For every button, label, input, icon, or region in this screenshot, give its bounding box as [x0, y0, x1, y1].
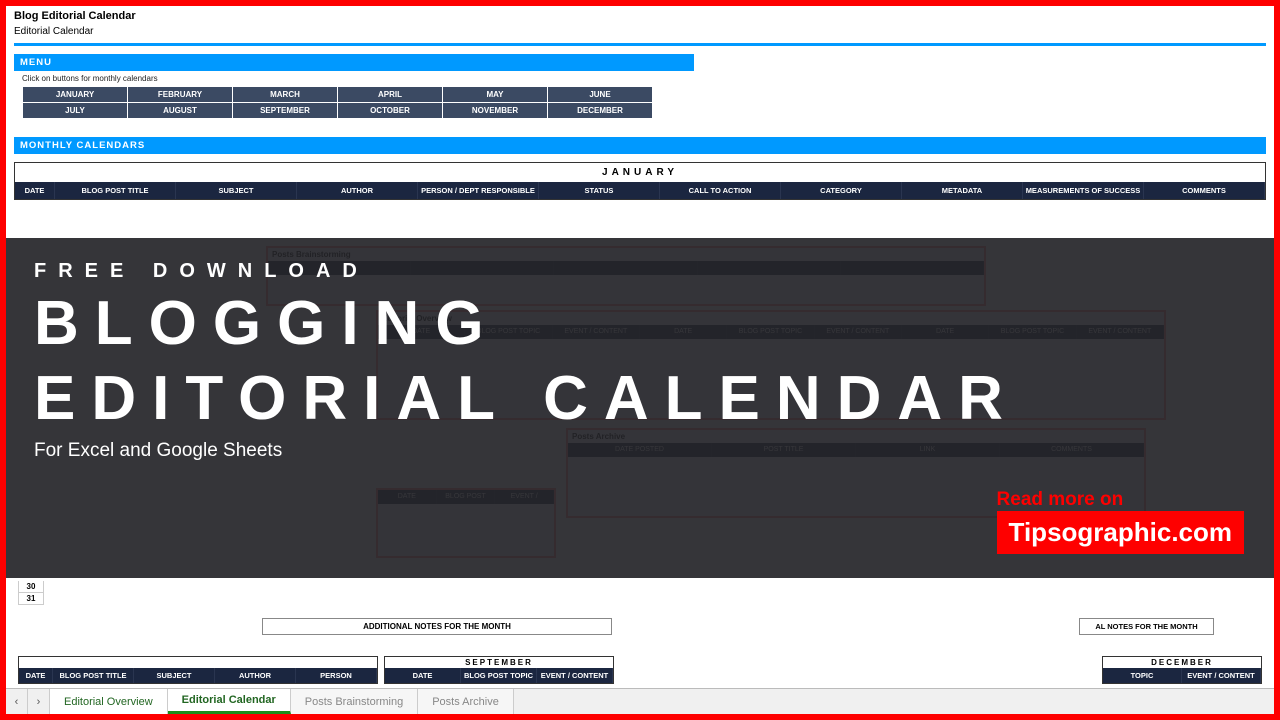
month-button-mar[interactable]: MARCH [233, 87, 338, 103]
col-author: AUTHOR [297, 182, 418, 199]
col-category: CATEGORY [781, 182, 902, 199]
col-title: BLOG POST TITLE [55, 182, 176, 199]
col-responsible: PERSON / DEPT RESPONSIBLE [418, 182, 539, 199]
promo-kicker: FREE DOWNLOAD [34, 260, 1246, 283]
lower-header-row: DATE BLOG POST TITLE SUBJECT AUTHOR PERS… [18, 656, 1262, 684]
doc-subtitle: Editorial Calendar [14, 26, 1266, 37]
col-metadata: METADATA [902, 182, 1023, 199]
tab-posts-archive[interactable]: Posts Archive [418, 689, 514, 714]
month-button-may[interactable]: MAY [443, 87, 548, 103]
col-date: DATE [15, 182, 55, 199]
col-success: MEASUREMENTS OF SUCCESS [1023, 182, 1144, 199]
header-rule [14, 43, 1266, 46]
promo-cta[interactable]: Read more on Tipsographic.com [997, 489, 1244, 554]
promo-heading-2: EDITORIAL CALENDAR [34, 364, 1246, 433]
tab-editorial-overview[interactable]: Editorial Overview [50, 689, 168, 714]
notes-header-right: AL NOTES FOR THE MONTH [1079, 618, 1214, 635]
month-block: JANUARY DATE BLOG POST TITLE SUBJECT AUT… [14, 162, 1266, 200]
column-headers: DATE BLOG POST TITLE SUBJECT AUTHOR PERS… [15, 182, 1265, 199]
month-button-apr[interactable]: APRIL [338, 87, 443, 103]
notes-header: ADDITIONAL NOTES FOR THE MONTH [262, 618, 612, 635]
app-frame: Blog Editorial Calendar Editorial Calend… [0, 0, 1280, 720]
col-cta: CALL TO ACTION [660, 182, 781, 199]
document-area: Blog Editorial Calendar Editorial Calend… [6, 6, 1274, 204]
promo-overlay: FREE DOWNLOAD BLOGGING EDITORIAL CALENDA… [6, 238, 1274, 578]
menu-tip: Click on buttons for monthly calendars [14, 71, 1266, 86]
menu-header: MENU [14, 54, 694, 71]
cta-brand: Tipsographic.com [997, 511, 1244, 554]
promo-heading-1: BLOGGING [34, 289, 1246, 358]
tab-posts-brainstorming[interactable]: Posts Brainstorming [291, 689, 418, 714]
month-button-jun[interactable]: JUNE [548, 87, 653, 103]
month-button-aug[interactable]: AUGUST [128, 103, 233, 119]
sheet-tabs: ‹ › Editorial Overview Editorial Calenda… [6, 688, 1274, 714]
tab-prev-button[interactable]: ‹ [6, 689, 28, 714]
cta-lead: Read more on [997, 489, 1244, 511]
month-button-feb[interactable]: FEBRUARY [128, 87, 233, 103]
doc-title: Blog Editorial Calendar [14, 10, 1266, 22]
month-button-sep[interactable]: SEPTEMBER [233, 103, 338, 119]
promo-sub: For Excel and Google Sheets [34, 440, 1246, 462]
month-button-dec[interactable]: DECEMBER [548, 103, 653, 119]
month-button-nov[interactable]: NOVEMBER [443, 103, 548, 119]
col-status: STATUS [539, 182, 660, 199]
month-nav-table: JANUARY FEBRUARY MARCH APRIL MAY JUNE JU… [22, 86, 653, 119]
col-comments: COMMENTS [1144, 182, 1265, 199]
month-button-jul[interactable]: JULY [23, 103, 128, 119]
col-subject: SUBJECT [176, 182, 297, 199]
day-cell[interactable]: 31 [18, 593, 44, 605]
month-button-oct[interactable]: OCTOBER [338, 103, 443, 119]
tab-editorial-calendar[interactable]: Editorial Calendar [168, 689, 291, 714]
lower-seg-1: DATE BLOG POST TITLE SUBJECT AUTHOR PERS… [18, 656, 378, 684]
day-cell[interactable]: 30 [18, 581, 44, 593]
month-title: JANUARY [15, 163, 1265, 182]
lower-seg-2: SEPTEMBER DATE BLOG POST TOPIC EVENT / C… [384, 656, 614, 684]
calendars-header: MONTHLY CALENDARS [14, 137, 1266, 154]
day-numbers: 30 31 [18, 581, 44, 605]
lower-seg-3: DECEMBER TOPIC EVENT / CONTENT [1102, 656, 1262, 684]
tab-next-button[interactable]: › [28, 689, 50, 714]
month-button-jan[interactable]: JANUARY [23, 87, 128, 103]
